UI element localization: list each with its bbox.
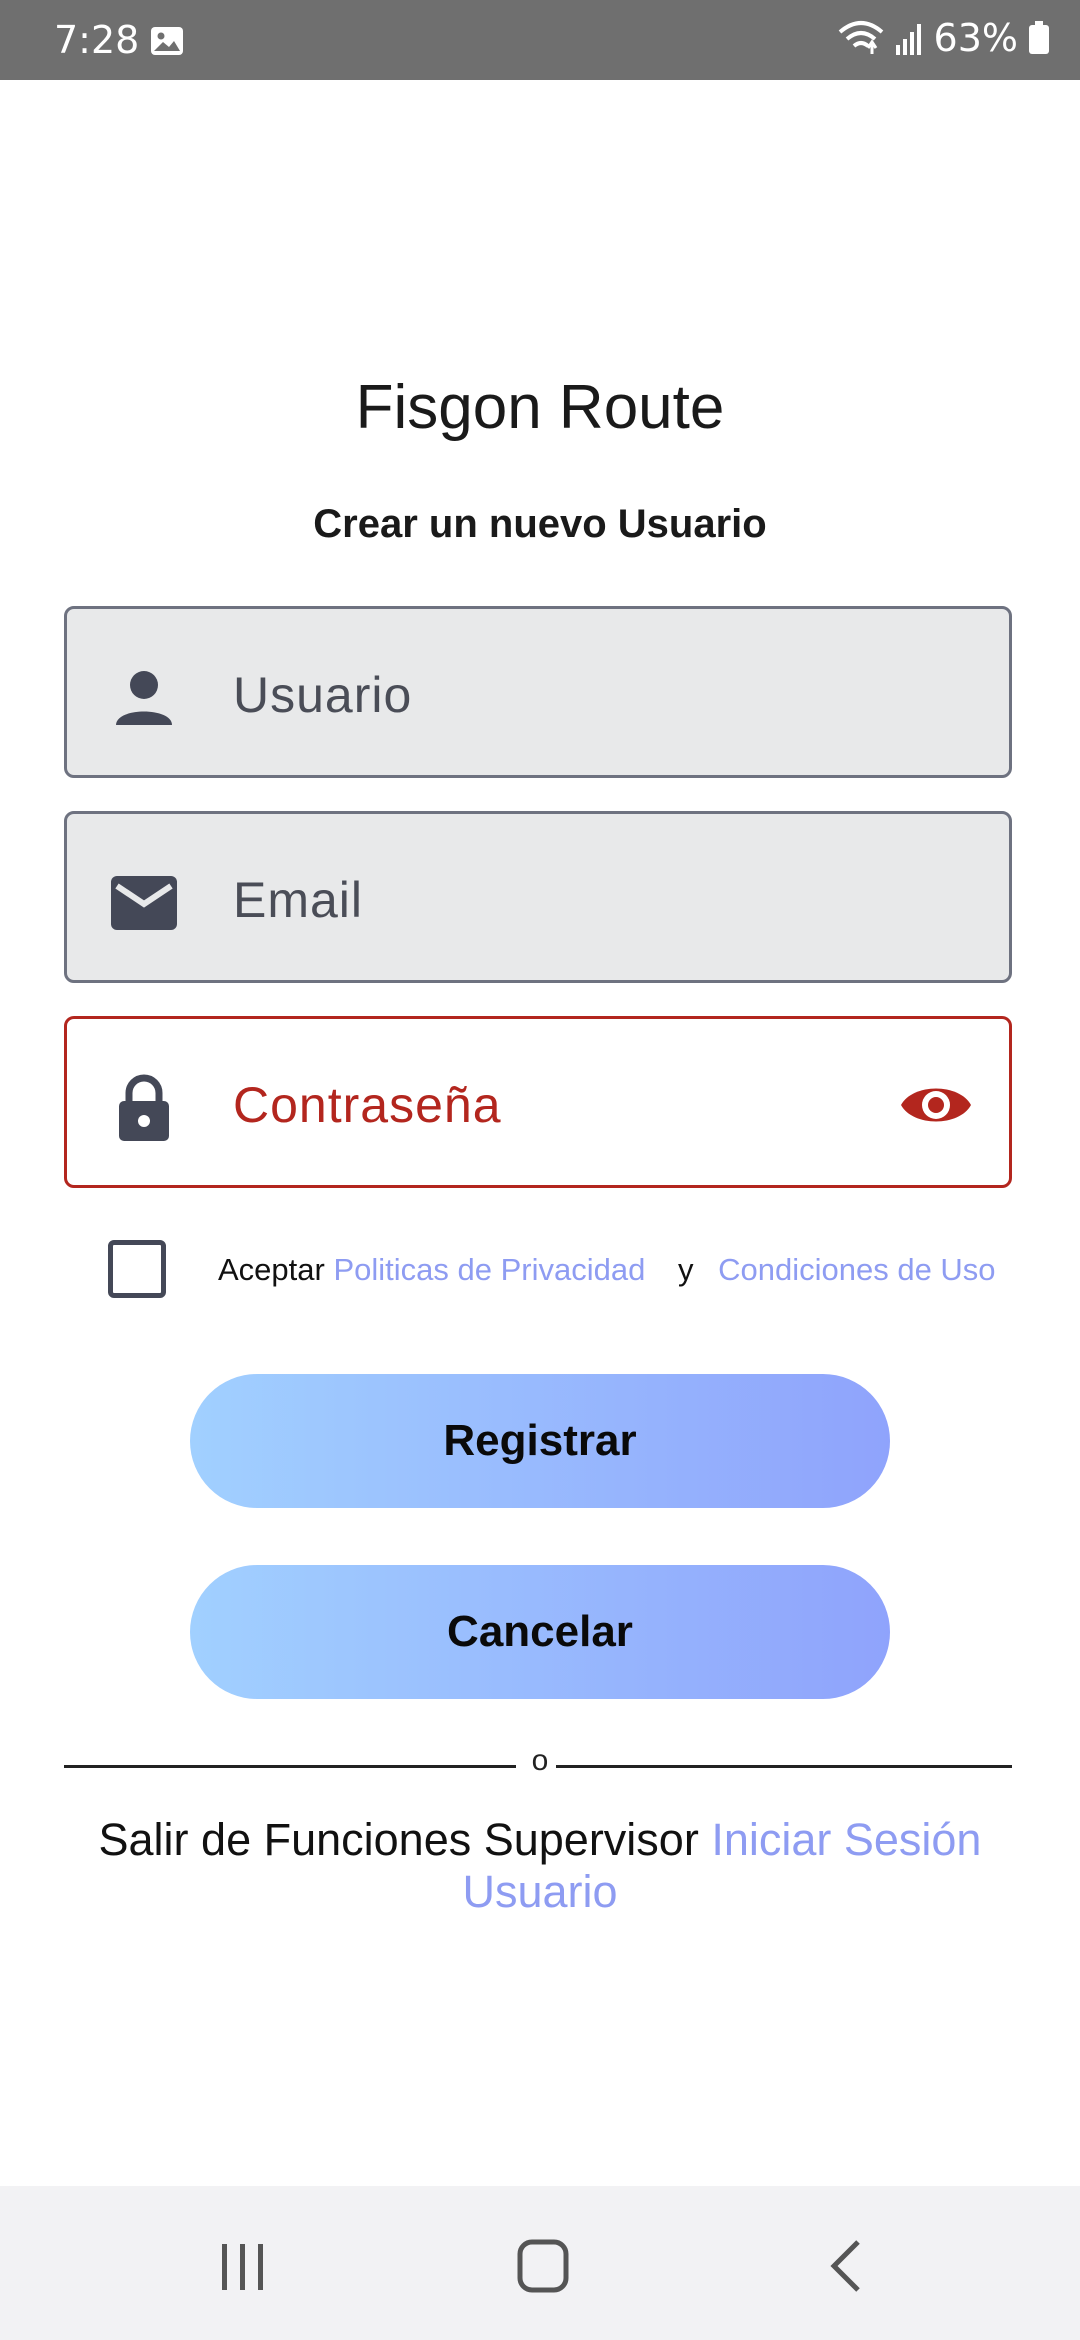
home-icon[interactable] (508, 2236, 578, 2296)
battery-icon (1029, 21, 1049, 54)
page-subtitle: Crear un nuevo Usuario (313, 502, 767, 546)
divider-line-right (556, 1765, 1012, 1768)
cancel-button[interactable]: Cancelar (190, 1565, 890, 1699)
privacy-policy-link[interactable]: Politicas de Privacidad (333, 1252, 645, 1287)
terms-prefix: Aceptar (218, 1252, 325, 1287)
navigation-bar (0, 2186, 1080, 2340)
email-field[interactable] (64, 811, 1012, 983)
username-input[interactable] (231, 649, 885, 741)
terms-of-use-link[interactable]: Condiciones de Uso (718, 1252, 995, 1287)
lock-icon (119, 1074, 169, 1141)
terms-text: Aceptar Politicas de Privacidad y Condic… (218, 1252, 996, 1288)
terms-conjunction: y (677, 1252, 694, 1287)
password-field[interactable] (64, 1016, 1012, 1188)
password-input[interactable] (231, 1059, 885, 1151)
gallery-icon (151, 27, 183, 55)
register-button[interactable]: Registrar (190, 1374, 890, 1508)
app-title: Fisgon Route (355, 373, 725, 442)
footer-prefix: Salir de Funciones Supervisor (98, 1814, 699, 1865)
status-indicators: 63% (838, 16, 1050, 60)
status-bar: 7:28 63% (0, 0, 1080, 80)
back-icon[interactable] (812, 2236, 882, 2296)
divider-line-left (64, 1765, 516, 1768)
person-icon (116, 671, 172, 725)
terms-checkbox[interactable] (108, 1240, 166, 1298)
username-field[interactable] (64, 606, 1012, 778)
or-divider: o (64, 1744, 1012, 1792)
footer-text: Salir de Funciones Supervisor Iniciar Se… (80, 1814, 1000, 1918)
email-input[interactable] (231, 854, 885, 946)
divider-label: o (531, 1744, 549, 1777)
eye-icon[interactable] (899, 1077, 973, 1133)
battery-level: 63% (933, 16, 1018, 60)
signal-icon (895, 24, 921, 55)
status-time: 7:28 (54, 18, 140, 62)
terms-row: Aceptar Politicas de Privacidad y Condic… (108, 1238, 1028, 1304)
wifi-icon (838, 21, 883, 54)
recent-apps-icon[interactable] (208, 2236, 278, 2296)
mail-icon (111, 876, 177, 930)
